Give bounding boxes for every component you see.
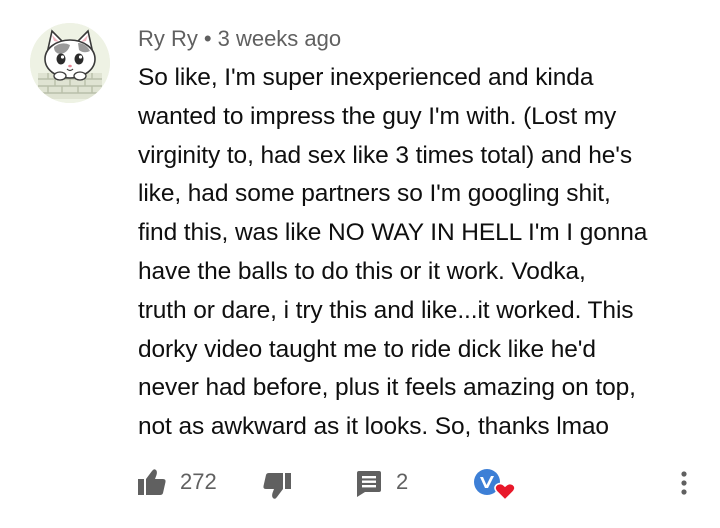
comment-body-line: wanted to impress the guy I'm with. (Los… (138, 102, 617, 130)
comment-body-line: have the balls to do this or it work. Vo… (138, 257, 586, 285)
comment-body-line: dorky video taught me to ride dick like … (138, 335, 596, 363)
comment-header: Ry Ry • 3 weeks ago (138, 24, 341, 54)
comment-body-line: like, had some partners so I'm googling … (138, 180, 611, 208)
comment-body-line: So like, I'm super inexperienced and kin… (138, 64, 594, 91)
avatar[interactable] (30, 23, 110, 103)
creator-heart-badge (473, 468, 517, 504)
meta-separator: • (203, 26, 212, 51)
comment-timestamp[interactable]: 3 weeks ago (218, 26, 342, 51)
thumbs-up-icon (138, 469, 166, 495)
cat-avatar-icon (30, 23, 110, 103)
author-name[interactable]: Ry Ry (138, 26, 198, 51)
comment-body: So like, I'm super inexperienced and kin… (138, 59, 708, 447)
more-options-button[interactable] (676, 468, 692, 498)
comment-body-line: never had before, plus it feels amazing … (138, 374, 636, 402)
comment-body-line: find this, was like NO WAY IN HELL I'm I… (138, 219, 648, 247)
reply-count: 2 (396, 469, 409, 494)
like-count: 272 (180, 469, 217, 494)
like-button[interactable] (137, 468, 167, 496)
more-vertical-icon (681, 471, 687, 495)
comment-icon (357, 471, 381, 497)
comment-thread: Ry Ry • 3 weeks ago So like, I'm super ine… (0, 0, 720, 528)
comment-body-line: truth or dare, i try this and like...it … (138, 296, 634, 324)
comment-body-line: virginity to, had sex like 3 times total… (138, 141, 632, 169)
comment-body-line: not as awkward as it looks. So, thanks l… (138, 413, 609, 441)
thumbs-down-icon (263, 473, 291, 499)
reply-button[interactable] (355, 470, 383, 498)
dislike-button[interactable] (262, 472, 292, 500)
creator-heart-icon (474, 469, 516, 502)
